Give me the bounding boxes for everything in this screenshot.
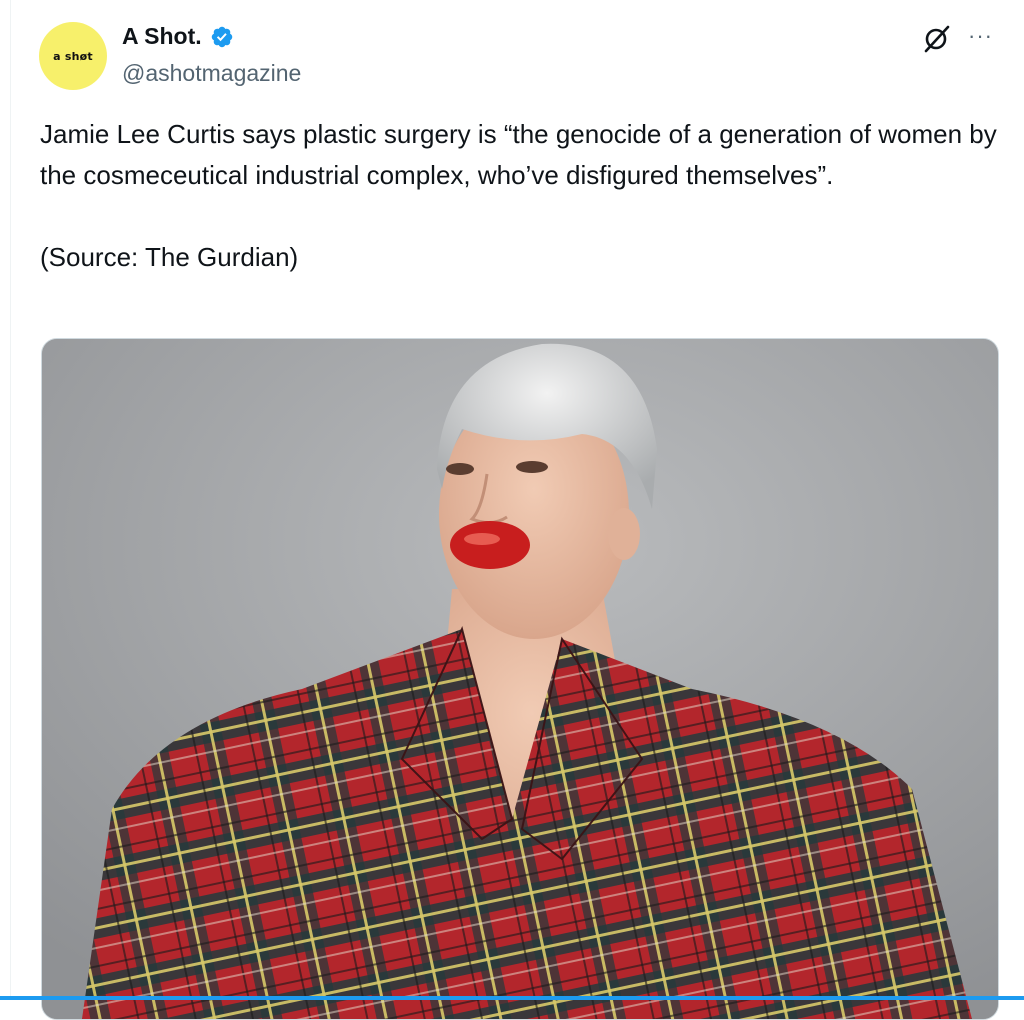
grok-icon[interactable] xyxy=(922,24,952,54)
tweet-media-photo[interactable] xyxy=(41,338,999,1020)
author-handle[interactable]: @ashotmagazine xyxy=(122,60,301,87)
timeline-border xyxy=(10,0,11,1000)
tweet-text: Jamie Lee Curtis says plastic surgery is… xyxy=(40,119,997,272)
verified-badge-icon xyxy=(211,26,232,47)
author-display-name[interactable]: A Shot. xyxy=(122,23,202,50)
avatar[interactable]: a shøt xyxy=(39,22,107,90)
photo-illustration xyxy=(42,339,998,1019)
avatar-logo-text: a shøt xyxy=(53,49,93,63)
tweet-card: a shøt A Shot. @ashotmagazine ··· Jamie … xyxy=(0,0,1024,1020)
author-name-row: A Shot. xyxy=(122,23,234,50)
bottom-accent-bar xyxy=(0,996,1024,1000)
more-options-icon[interactable]: ··· xyxy=(968,25,998,52)
